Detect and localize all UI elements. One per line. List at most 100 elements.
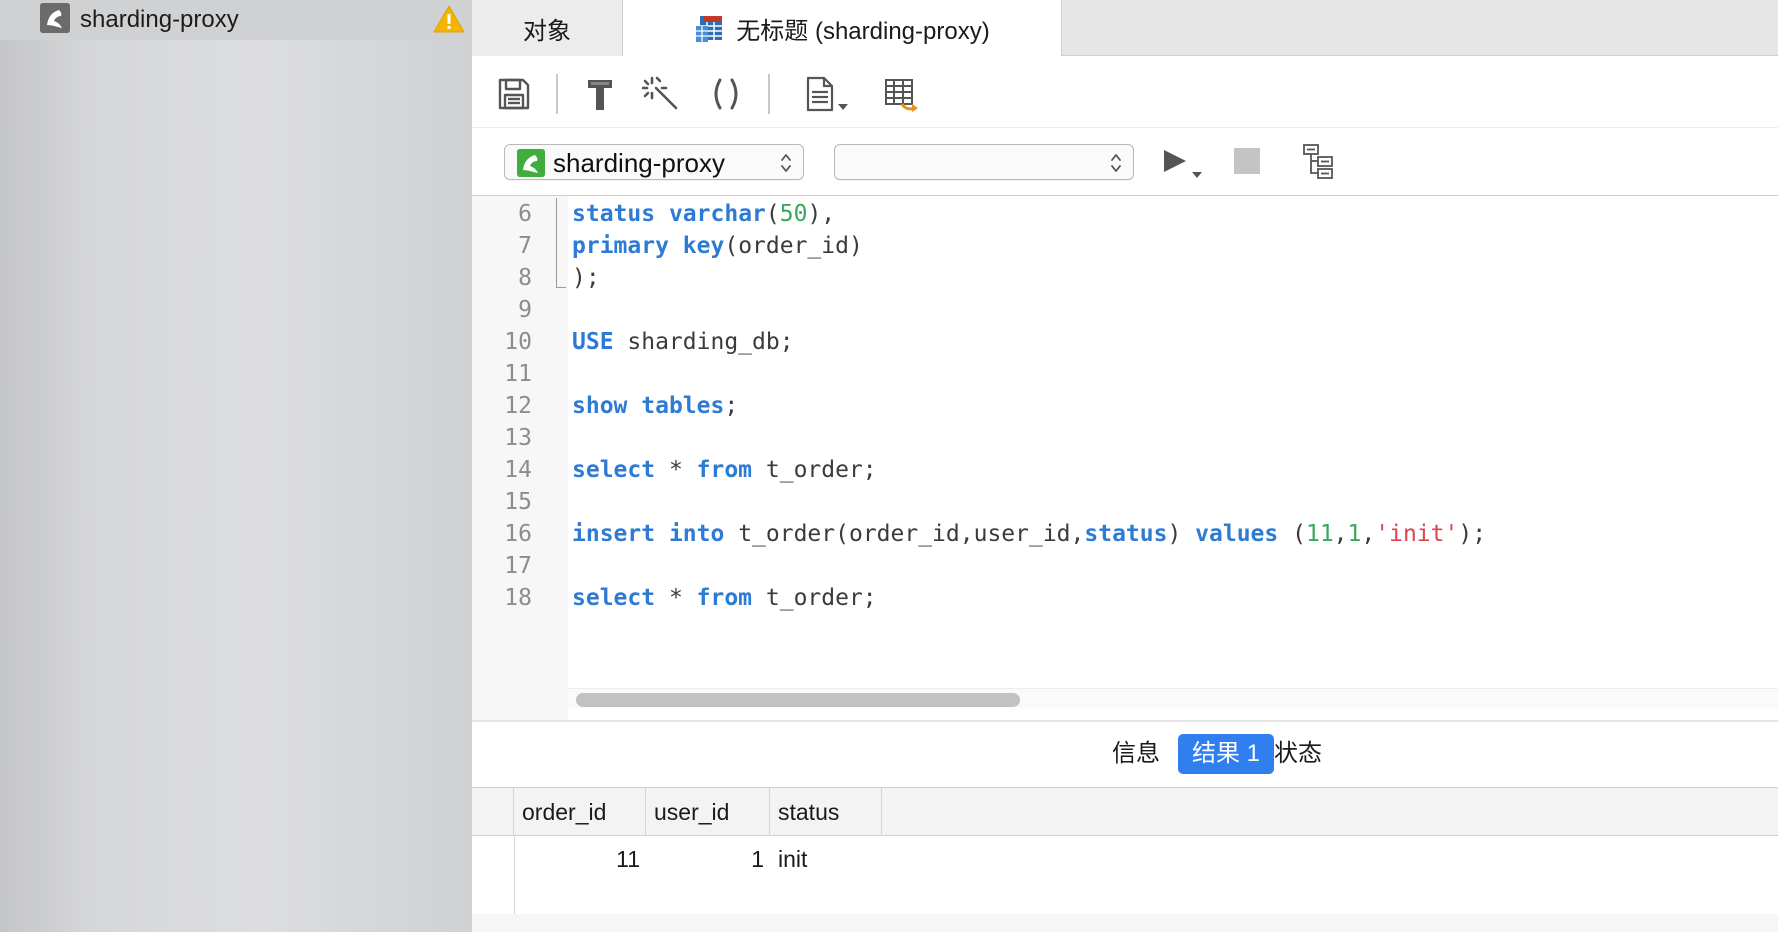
sql-keyword: from	[696, 457, 753, 483]
line-number: 15	[504, 489, 532, 515]
line-number: 6	[518, 201, 532, 227]
code-token: (	[765, 201, 780, 227]
explain-tree-icon[interactable]	[1300, 142, 1340, 182]
result-tabs: 信息 结果 1 状态	[472, 720, 1778, 788]
code-token: *	[655, 457, 697, 483]
document-icon[interactable]	[802, 74, 852, 114]
code-token: );	[1458, 521, 1487, 547]
code-line: 15	[472, 484, 1778, 520]
sql-keyword: into	[668, 521, 725, 547]
code-token: );	[572, 265, 600, 291]
line-number: 11	[504, 361, 532, 387]
toolbar	[472, 56, 1778, 128]
toolbar-separator	[556, 74, 558, 114]
tab-query-label: 无标题 (sharding-proxy)	[736, 18, 990, 45]
line-number: 16	[504, 521, 532, 547]
tab-status[interactable]: 状态	[1260, 734, 1336, 774]
horizontal-scrollbar-thumb[interactable]	[576, 693, 1020, 707]
code-text: primary key(order_id)	[572, 228, 863, 264]
tab-info[interactable]: 信息	[1098, 734, 1174, 774]
code-line: 16 insert into t_order(order_id,user_id,…	[472, 516, 1778, 552]
code-token: ,	[1333, 521, 1348, 547]
stop-icon[interactable]	[1234, 148, 1260, 174]
grid-header: order_id user_id status	[472, 788, 1778, 836]
line-number: 12	[504, 393, 532, 419]
parentheses-icon[interactable]	[706, 74, 746, 114]
line-number: 7	[518, 233, 532, 259]
app-window: sharding-proxy 对象 无标题 (sharding-proxy) s…	[0, 0, 1778, 932]
sql-keyword: select	[572, 457, 656, 483]
hammer-icon[interactable]	[580, 74, 620, 114]
code-line: 10 USE sharding_db;	[472, 324, 1778, 360]
sql-number: 1	[1347, 521, 1362, 547]
column-header-status[interactable]: status	[770, 788, 882, 836]
sql-keyword: values	[1195, 521, 1279, 547]
save-icon[interactable]	[494, 74, 534, 114]
code-token: sharding_db;	[613, 329, 794, 355]
chevron-updown-icon	[779, 151, 793, 175]
line-number: 18	[504, 585, 532, 611]
horizontal-scrollbar[interactable]	[568, 688, 1778, 708]
sql-keyword: varchar	[668, 201, 766, 227]
sql-keyword: show	[572, 393, 628, 419]
sql-keyword: USE	[572, 329, 614, 355]
magic-wand-icon[interactable]	[642, 74, 682, 114]
connection-select[interactable]: sharding-proxy	[504, 144, 804, 180]
sql-keyword: status	[1084, 521, 1168, 547]
code-line: 9	[472, 292, 1778, 328]
sql-editor[interactable]: 6 status varchar(50), 7 primary key(orde…	[472, 196, 1778, 720]
tab-objects[interactable]: 对象	[472, 0, 623, 56]
line-number: 8	[518, 265, 532, 291]
column-header-order-id[interactable]: order_id	[514, 788, 646, 836]
tab-bar: 对象 无标题 (sharding-proxy)	[472, 0, 1778, 57]
code-token: (order_id)	[724, 233, 863, 259]
sql-keyword: primary	[572, 233, 669, 259]
sql-string: 'init'	[1375, 521, 1459, 547]
code-token: *	[655, 585, 697, 611]
code-line: 17	[472, 548, 1778, 584]
database-select[interactable]	[834, 144, 1134, 180]
code-text: insert into t_order(order_id,user_id,sta…	[572, 516, 1486, 552]
grid-cell-user-id[interactable]: 1	[646, 836, 764, 882]
connection-select-value: sharding-proxy	[553, 148, 725, 178]
code-token: ,	[1361, 521, 1376, 547]
line-number: 17	[504, 553, 532, 579]
sidebar: sharding-proxy	[0, 0, 472, 932]
code-line: 12 show tables;	[472, 388, 1778, 424]
code-token: t_order;	[752, 585, 877, 611]
code-text: show tables;	[572, 388, 738, 424]
toolbar-separator	[768, 74, 770, 114]
code-text: );	[572, 260, 600, 296]
query-table-icon	[694, 14, 726, 44]
code-text: select * from t_order;	[572, 580, 877, 616]
code-token: )	[1167, 521, 1196, 547]
sidebar-item-sharding-proxy[interactable]: sharding-proxy	[0, 0, 472, 40]
sql-keyword: status	[572, 201, 656, 227]
sidebar-connection-label: sharding-proxy	[80, 6, 239, 33]
sql-keyword: key	[682, 233, 725, 259]
tab-objects-label: 对象	[523, 17, 571, 45]
sql-number: 11	[1305, 521, 1334, 547]
code-token: t_order;	[752, 457, 877, 483]
chevron-updown-icon	[1109, 151, 1123, 175]
sql-keyword: from	[696, 585, 753, 611]
code-line: 14 select * from t_order;	[472, 452, 1778, 488]
line-number: 10	[504, 329, 532, 355]
grid-cell-status[interactable]: init	[778, 836, 882, 882]
sql-keyword: insert	[572, 521, 656, 547]
code-line: 8 );	[472, 260, 1778, 296]
warning-icon[interactable]	[432, 4, 466, 34]
sql-keyword: select	[572, 585, 656, 611]
code-line: 7 primary key(order_id)	[472, 228, 1778, 264]
tab-query[interactable]: 无标题 (sharding-proxy)	[623, 0, 1062, 57]
code-token: ;	[724, 393, 739, 419]
column-header-user-id[interactable]: user_id	[646, 788, 770, 836]
play-icon[interactable]	[1160, 144, 1210, 184]
code-text: status varchar(50),	[572, 196, 835, 232]
line-number: 14	[504, 457, 532, 483]
table-export-icon[interactable]	[882, 74, 922, 114]
mysql-dolphin-icon	[517, 149, 545, 177]
grid-cell-order-id[interactable]: 11	[514, 836, 640, 882]
code-line: 11	[472, 356, 1778, 392]
sql-number: 50	[779, 201, 808, 227]
